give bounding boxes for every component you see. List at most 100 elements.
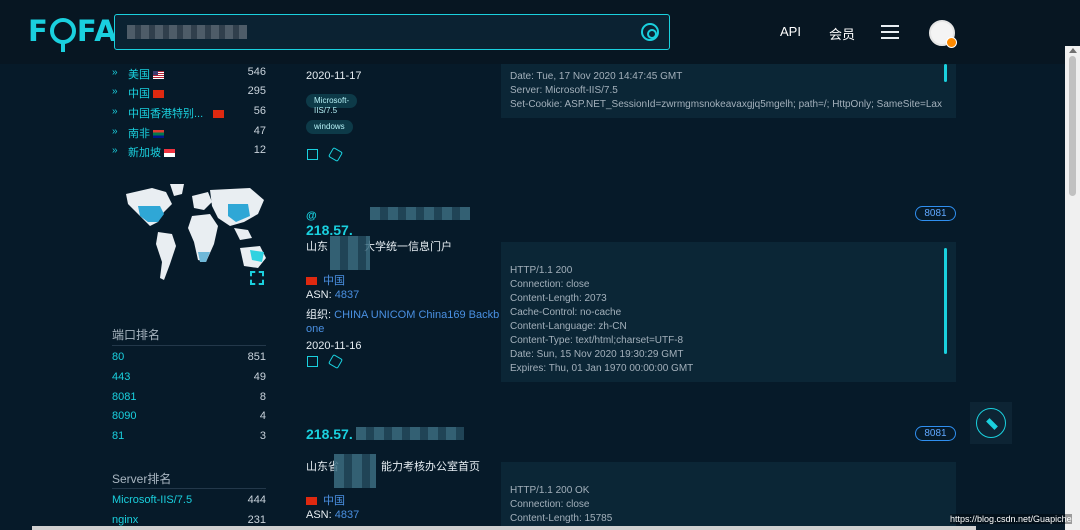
result-ip-link[interactable]: 218.57. bbox=[306, 426, 353, 442]
header-line: HTTP/1.1 200 bbox=[510, 265, 573, 276]
country-item[interactable]: » 中国 295 bbox=[112, 85, 266, 101]
double-chevron-icon: » bbox=[112, 106, 118, 117]
header-line: Content-Length: 15785 bbox=[510, 513, 613, 524]
asn-label: ASN: bbox=[306, 289, 332, 301]
hk-flag-icon bbox=[213, 110, 225, 119]
port-name: 81 bbox=[112, 430, 125, 442]
port-count: 3 bbox=[259, 430, 266, 442]
tag[interactable]: windows bbox=[306, 120, 353, 134]
hamburger-menu-icon[interactable] bbox=[881, 25, 899, 39]
site-title[interactable]: 山东 大学统一信息门户 bbox=[306, 238, 452, 254]
asn-line: ASN: 4837 bbox=[306, 289, 359, 301]
port-rank-item[interactable]: 81 3 bbox=[112, 430, 266, 445]
port-rank-item[interactable]: 443 49 bbox=[112, 371, 266, 386]
panel-scrollbar[interactable] bbox=[944, 248, 947, 354]
horizontal-scrollbar[interactable] bbox=[32, 526, 976, 530]
response-panel[interactable]: HTTP/1.1 200 OK Connection: close Conten… bbox=[501, 462, 956, 530]
header-line: Content-Length: 2073 bbox=[510, 293, 607, 304]
country-item[interactable]: » 新加坡 12 bbox=[112, 144, 266, 160]
port-rank-title: 端口排名 bbox=[112, 328, 161, 342]
search-input[interactable] bbox=[114, 14, 670, 50]
cn-flag-icon bbox=[306, 277, 317, 286]
header-line: HTTP/1.1 200 OK bbox=[510, 485, 590, 496]
redacted-ip bbox=[356, 427, 464, 440]
map-europe bbox=[192, 192, 212, 210]
header-line: Content-Language: zh-CN bbox=[510, 321, 627, 332]
port-name: 443 bbox=[112, 371, 131, 383]
result-ip-link[interactable]: @ 218.57. bbox=[306, 206, 353, 238]
country-name: 中国香港特别... bbox=[128, 108, 204, 120]
header-line: Date: Tue, 17 Nov 2020 14:47:45 GMT bbox=[510, 71, 683, 82]
header-line: Date: Sun, 15 Nov 2020 19:30:29 GMT bbox=[510, 349, 684, 360]
za-flag-icon bbox=[153, 130, 164, 139]
country-item[interactable]: » 南非 47 bbox=[112, 125, 266, 141]
country-count: 47 bbox=[253, 125, 266, 137]
asn-link[interactable]: 4837 bbox=[335, 509, 359, 521]
top-navbar: F FA API 会员 bbox=[0, 0, 1080, 64]
search-query-redacted bbox=[127, 25, 247, 39]
response-panel[interactable]: Date: Tue, 17 Nov 2020 14:47:45 GMT Serv… bbox=[501, 64, 956, 118]
port-badge[interactable]: 8081 bbox=[915, 426, 956, 441]
fullscreen-icon[interactable] bbox=[250, 271, 264, 285]
server-name: nginx bbox=[112, 514, 139, 526]
watermark: https://blog.csdn.net/Guapiche bbox=[950, 514, 1072, 524]
world-map[interactable] bbox=[124, 182, 268, 292]
port-name: 8081 bbox=[112, 391, 137, 403]
port-rank-item[interactable]: 80 851 bbox=[112, 351, 266, 366]
us-flag-icon bbox=[153, 71, 164, 80]
double-chevron-icon: » bbox=[112, 126, 118, 137]
country-item[interactable]: » 美国 546 bbox=[112, 66, 266, 82]
country-name: 南非 bbox=[128, 128, 150, 140]
panel-scrollbar[interactable] bbox=[944, 64, 947, 82]
user-avatar[interactable] bbox=[929, 20, 957, 48]
double-chevron-icon: » bbox=[112, 86, 118, 97]
country-line[interactable]: 中国 bbox=[306, 492, 345, 508]
server-rank-title: Server排名 bbox=[112, 472, 172, 486]
code-icon[interactable] bbox=[307, 149, 318, 160]
asn-label: ASN: bbox=[306, 509, 332, 521]
double-chevron-icon: » bbox=[112, 67, 118, 78]
fofa-logo[interactable]: F FA bbox=[28, 14, 118, 52]
sg-flag-icon bbox=[164, 149, 175, 158]
divider bbox=[112, 488, 266, 489]
header-line: Expires: Thu, 01 Jan 1970 00:00:00 GMT bbox=[510, 363, 694, 374]
org-link-part[interactable]: CHINA UNICOM China169 Backb bbox=[334, 309, 499, 321]
port-badge[interactable]: 8081 bbox=[915, 206, 956, 221]
country-link: 中国 bbox=[323, 495, 345, 507]
port-rank-item[interactable]: 8090 4 bbox=[112, 410, 266, 425]
tag[interactable]: Microsoft-IIS/7.5 bbox=[306, 94, 358, 115]
org-link-wrap[interactable]: one bbox=[306, 323, 324, 335]
cube-icon[interactable] bbox=[327, 146, 344, 163]
country-name: 中国 bbox=[128, 88, 150, 100]
server-count: 444 bbox=[247, 494, 266, 506]
divider bbox=[112, 345, 266, 346]
scroll-up-icon[interactable] bbox=[1069, 48, 1077, 53]
country-item[interactable]: » 中国香港特别... 56 bbox=[112, 105, 266, 121]
port-rank-item[interactable]: 8081 8 bbox=[112, 391, 266, 406]
map-southeast-asia bbox=[234, 228, 252, 240]
port-count: 4 bbox=[259, 410, 266, 422]
port-name: 8090 bbox=[112, 410, 137, 422]
feedback-button[interactable] bbox=[970, 402, 1012, 444]
country-line[interactable]: 中国 bbox=[306, 272, 345, 288]
title-part: 大学统一信息门户 bbox=[364, 241, 452, 253]
cube-icon[interactable] bbox=[327, 353, 344, 370]
server-rank-item[interactable]: Microsoft-IIS/7.5 444 bbox=[112, 494, 266, 509]
code-icon[interactable] bbox=[307, 356, 318, 367]
site-title[interactable]: 山东省 能力考核办公室首页 bbox=[306, 458, 480, 474]
scroll-thumb[interactable] bbox=[1069, 56, 1076, 196]
nav-vip-link[interactable]: 会员 bbox=[829, 24, 855, 43]
country-count: 12 bbox=[253, 144, 266, 156]
result-date: 2020-11-17 bbox=[306, 70, 362, 82]
map-usa bbox=[138, 206, 164, 222]
header-line: Cache-Control: no-cache bbox=[510, 307, 622, 318]
response-panel[interactable]: HTTP/1.1 200 Connection: close Content-L… bbox=[501, 242, 956, 382]
header-line: Connection: close bbox=[510, 279, 590, 290]
page-scrollbar[interactable] bbox=[1065, 46, 1080, 530]
asn-link[interactable]: 4837 bbox=[335, 289, 359, 301]
nav-api-link[interactable]: API bbox=[780, 24, 801, 39]
country-link: 中国 bbox=[323, 275, 345, 287]
country-count: 56 bbox=[253, 105, 266, 117]
country-count: 295 bbox=[247, 85, 266, 97]
search-icon[interactable] bbox=[641, 23, 659, 41]
